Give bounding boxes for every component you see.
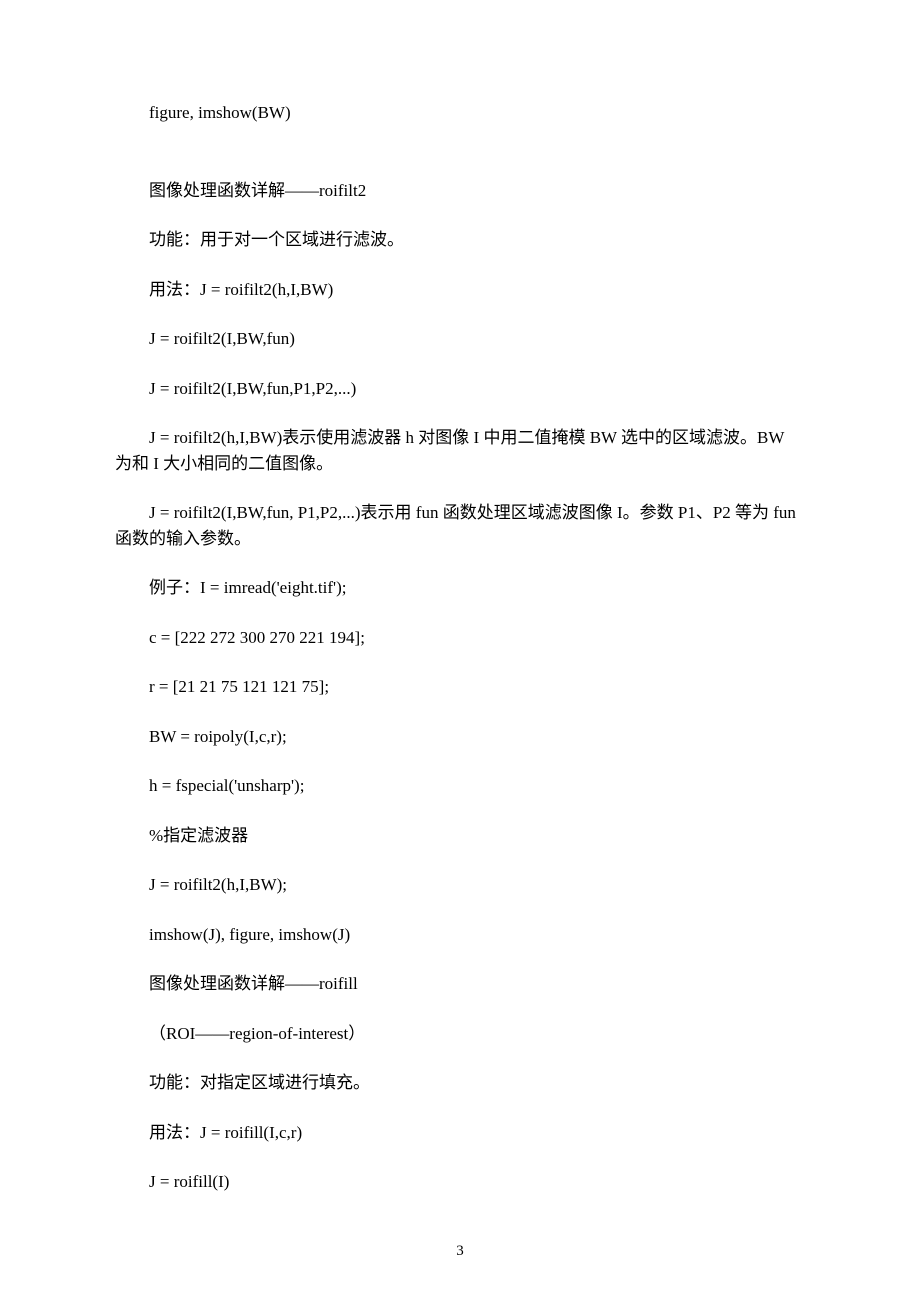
code-line: J = roifilt2(I,BW,fun) bbox=[115, 326, 805, 352]
body-text: 例子：I = imread('eight.tif'); bbox=[115, 575, 805, 601]
code-line: h = fspecial('unsharp'); bbox=[115, 773, 805, 799]
code-line: r = [21 21 75 121 121 75]; bbox=[115, 674, 805, 700]
code-line: imshow(J), figure, imshow(J) bbox=[115, 922, 805, 948]
code-line: %指定滤波器 bbox=[115, 823, 805, 849]
code-line: J = roifill(I) bbox=[115, 1169, 805, 1195]
document-page: figure, imshow(BW) 图像处理函数详解——roifilt2 功能… bbox=[0, 0, 920, 1302]
body-text: J = roifilt2(h,I,BW)表示使用滤波器 h 对图像 I 中用二值… bbox=[115, 425, 805, 476]
body-text: （ROI——region-of-interest） bbox=[115, 1021, 805, 1047]
body-text: J = roifilt2(I,BW,fun, P1,P2,...)表示用 fun… bbox=[115, 500, 805, 551]
code-line: J = roifilt2(h,I,BW); bbox=[115, 872, 805, 898]
body-text: 功能：对指定区域进行填充。 bbox=[115, 1070, 805, 1096]
section-title: 图像处理函数详解——roifilt2 bbox=[115, 178, 805, 204]
page-number: 3 bbox=[0, 1240, 920, 1263]
code-line: J = roifilt2(I,BW,fun,P1,P2,...) bbox=[115, 376, 805, 402]
body-text: 功能：用于对一个区域进行滤波。 bbox=[115, 227, 805, 253]
code-line: figure, imshow(BW) bbox=[115, 100, 805, 126]
body-text: 用法：J = roifilt2(h,I,BW) bbox=[115, 277, 805, 303]
section-title: 图像处理函数详解——roifill bbox=[115, 971, 805, 997]
body-text: 用法：J = roifill(I,c,r) bbox=[115, 1120, 805, 1146]
code-line: BW = roipoly(I,c,r); bbox=[115, 724, 805, 750]
code-line: c = [222 272 300 270 221 194]; bbox=[115, 625, 805, 651]
